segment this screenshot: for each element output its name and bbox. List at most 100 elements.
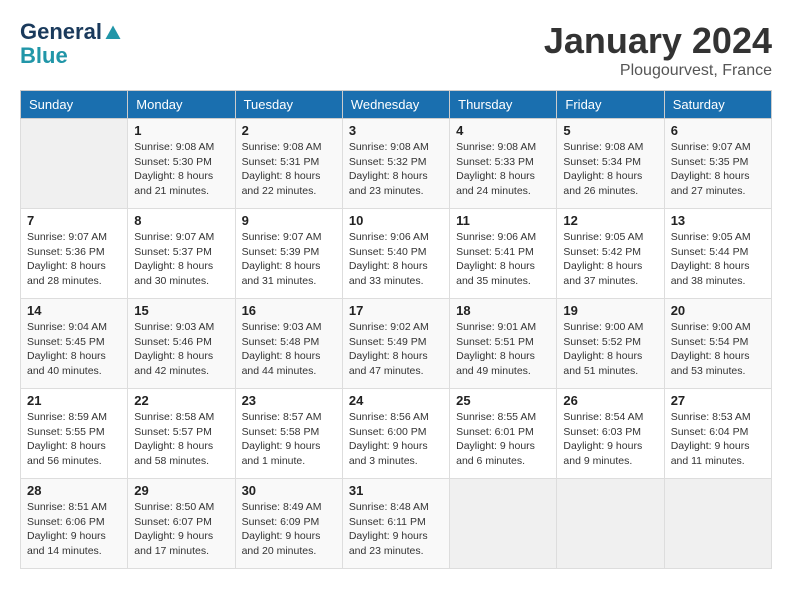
weekday-header: Saturday <box>664 91 771 119</box>
day-number: 7 <box>27 213 121 228</box>
calendar-cell <box>21 119 128 209</box>
day-info: Sunrise: 8:58 AMSunset: 5:57 PMDaylight:… <box>134 410 228 469</box>
day-info: Sunrise: 9:07 AMSunset: 5:36 PMDaylight:… <box>27 230 121 289</box>
day-number: 5 <box>563 123 657 138</box>
day-info: Sunrise: 9:00 AMSunset: 5:52 PMDaylight:… <box>563 320 657 379</box>
calendar-cell: 28Sunrise: 8:51 AMSunset: 6:06 PMDayligh… <box>21 479 128 569</box>
title-block: January 2024 Plougourvest, France <box>544 20 772 80</box>
day-number: 3 <box>349 123 443 138</box>
calendar-cell: 6 Sunrise: 9:07 AMSunset: 5:35 PMDaylight… <box>664 119 771 209</box>
day-number: 14 <box>27 303 121 318</box>
day-number: 27 <box>671 393 765 408</box>
calendar-cell <box>557 479 664 569</box>
calendar-cell: 26 Sunrise: 8:54 AMSunset: 6:03 PMDayligh… <box>557 389 664 479</box>
calendar-cell <box>450 479 557 569</box>
calendar-week-row: 14 Sunrise: 9:04 AMSunset: 5:45 PMDayligh… <box>21 299 772 389</box>
calendar-cell: 2 Sunrise: 9:08 AMSunset: 5:31 PMDaylight… <box>235 119 342 209</box>
calendar-cell: 31Sunrise: 8:48 AMSunset: 6:11 PMDayligh… <box>342 479 449 569</box>
day-number: 22 <box>134 393 228 408</box>
day-info: Sunrise: 9:08 AMSunset: 5:32 PMDaylight:… <box>349 140 443 199</box>
day-info: Sunrise: 8:54 AMSunset: 6:03 PMDaylight:… <box>563 410 657 469</box>
day-info: Sunrise: 8:51 AMSunset: 6:06 PMDaylight:… <box>27 500 121 559</box>
day-number: 9 <box>242 213 336 228</box>
calendar-cell: 24 Sunrise: 8:56 AMSunset: 6:00 PMDayligh… <box>342 389 449 479</box>
day-number: 29 <box>134 483 228 498</box>
day-info: Sunrise: 8:55 AMSunset: 6:01 PMDaylight:… <box>456 410 550 469</box>
location: Plougourvest, France <box>544 62 772 80</box>
day-number: 19 <box>563 303 657 318</box>
day-number: 10 <box>349 213 443 228</box>
day-number: 25 <box>456 393 550 408</box>
day-number: 1 <box>134 123 228 138</box>
calendar-cell: 19 Sunrise: 9:00 AMSunset: 5:52 PMDayligh… <box>557 299 664 389</box>
calendar-cell: 25 Sunrise: 8:55 AMSunset: 6:01 PMDayligh… <box>450 389 557 479</box>
day-info: Sunrise: 9:03 AMSunset: 5:48 PMDaylight:… <box>242 320 336 379</box>
calendar-cell: 5Sunrise: 9:08 AMSunset: 5:34 PMDaylight… <box>557 119 664 209</box>
logo-text: General <box>20 20 124 44</box>
weekday-header: Wednesday <box>342 91 449 119</box>
day-info: Sunrise: 9:07 AMSunset: 5:35 PMDaylight:… <box>671 140 765 199</box>
day-info: Sunrise: 8:49 AMSunset: 6:09 PMDaylight:… <box>242 500 336 559</box>
day-number: 26 <box>563 393 657 408</box>
calendar-cell: 30 Sunrise: 8:49 AMSunset: 6:09 PMDayligh… <box>235 479 342 569</box>
calendar-cell: 22 Sunrise: 8:58 AMSunset: 5:57 PMDayligh… <box>128 389 235 479</box>
day-info: Sunrise: 9:06 AMSunset: 5:40 PMDaylight:… <box>349 230 443 289</box>
day-info: Sunrise: 9:03 AMSunset: 5:46 PMDaylight:… <box>134 320 228 379</box>
calendar-week-row: 1Sunrise: 9:08 AMSunset: 5:30 PMDaylight… <box>21 119 772 209</box>
logo-icon <box>104 24 122 42</box>
day-info: Sunrise: 8:50 AMSunset: 6:07 PMDaylight:… <box>134 500 228 559</box>
calendar-week-row: 7 Sunrise: 9:07 AMSunset: 5:36 PMDaylight… <box>21 209 772 299</box>
day-info: Sunrise: 8:56 AMSunset: 6:00 PMDaylight:… <box>349 410 443 469</box>
day-info: Sunrise: 9:07 AMSunset: 5:37 PMDaylight:… <box>134 230 228 289</box>
calendar-cell: 21 Sunrise: 8:59 AMSunset: 5:55 PMDayligh… <box>21 389 128 479</box>
calendar-cell: 8 Sunrise: 9:07 AMSunset: 5:37 PMDaylight… <box>128 209 235 299</box>
day-number: 21 <box>27 393 121 408</box>
day-number: 6 <box>671 123 765 138</box>
day-info: Sunrise: 9:08 AMSunset: 5:33 PMDaylight:… <box>456 140 550 199</box>
calendar-cell: 9Sunrise: 9:07 AMSunset: 5:39 PMDaylight… <box>235 209 342 299</box>
calendar-cell: 15 Sunrise: 9:03 AMSunset: 5:46 PMDayligh… <box>128 299 235 389</box>
calendar-cell: 10 Sunrise: 9:06 AMSunset: 5:40 PMDayligh… <box>342 209 449 299</box>
day-number: 15 <box>134 303 228 318</box>
day-info: Sunrise: 9:06 AMSunset: 5:41 PMDaylight:… <box>456 230 550 289</box>
calendar-cell: 14 Sunrise: 9:04 AMSunset: 5:45 PMDayligh… <box>21 299 128 389</box>
day-info: Sunrise: 9:01 AMSunset: 5:51 PMDaylight:… <box>456 320 550 379</box>
day-info: Sunrise: 9:02 AMSunset: 5:49 PMDaylight:… <box>349 320 443 379</box>
calendar-cell: 12Sunrise: 9:05 AMSunset: 5:42 PMDayligh… <box>557 209 664 299</box>
calendar-cell: 23 Sunrise: 8:57 AMSunset: 5:58 PMDayligh… <box>235 389 342 479</box>
calendar-cell: 13Sunrise: 9:05 AMSunset: 5:44 PMDayligh… <box>664 209 771 299</box>
day-number: 18 <box>456 303 550 318</box>
day-info: Sunrise: 9:04 AMSunset: 5:45 PMDaylight:… <box>27 320 121 379</box>
day-info: Sunrise: 9:05 AMSunset: 5:42 PMDaylight:… <box>563 230 657 289</box>
page-header: General Blue January 2024 Plougourvest, … <box>20 20 772 80</box>
day-number: 30 <box>242 483 336 498</box>
day-number: 11 <box>456 213 550 228</box>
calendar-week-row: 21 Sunrise: 8:59 AMSunset: 5:55 PMDayligh… <box>21 389 772 479</box>
month-title: January 2024 <box>544 20 772 62</box>
day-info: Sunrise: 9:08 AMSunset: 5:31 PMDaylight:… <box>242 140 336 199</box>
calendar-cell: 27 Sunrise: 8:53 AMSunset: 6:04 PMDayligh… <box>664 389 771 479</box>
day-number: 24 <box>349 393 443 408</box>
logo: General Blue <box>20 20 124 68</box>
logo-blue: Blue <box>20 44 124 68</box>
calendar-cell: 3 Sunrise: 9:08 AMSunset: 5:32 PMDaylight… <box>342 119 449 209</box>
calendar-cell: 7 Sunrise: 9:07 AMSunset: 5:36 PMDaylight… <box>21 209 128 299</box>
day-number: 23 <box>242 393 336 408</box>
calendar-cell: 20Sunrise: 9:00 AMSunset: 5:54 PMDayligh… <box>664 299 771 389</box>
calendar-cell: 18 Sunrise: 9:01 AMSunset: 5:51 PMDayligh… <box>450 299 557 389</box>
calendar-cell: 29 Sunrise: 8:50 AMSunset: 6:07 PMDayligh… <box>128 479 235 569</box>
day-info: Sunrise: 9:00 AMSunset: 5:54 PMDaylight:… <box>671 320 765 379</box>
calendar-cell: 4Sunrise: 9:08 AMSunset: 5:33 PMDaylight… <box>450 119 557 209</box>
day-number: 2 <box>242 123 336 138</box>
weekday-header: Sunday <box>21 91 128 119</box>
weekday-header: Friday <box>557 91 664 119</box>
weekday-header: Tuesday <box>235 91 342 119</box>
day-info: Sunrise: 8:53 AMSunset: 6:04 PMDaylight:… <box>671 410 765 469</box>
weekday-header-row: SundayMondayTuesdayWednesdayThursdayFrid… <box>21 91 772 119</box>
day-info: Sunrise: 8:57 AMSunset: 5:58 PMDaylight:… <box>242 410 336 469</box>
day-number: 8 <box>134 213 228 228</box>
day-info: Sunrise: 9:05 AMSunset: 5:44 PMDaylight:… <box>671 230 765 289</box>
calendar-cell: 17Sunrise: 9:02 AMSunset: 5:49 PMDayligh… <box>342 299 449 389</box>
day-info: Sunrise: 8:59 AMSunset: 5:55 PMDaylight:… <box>27 410 121 469</box>
calendar-week-row: 28Sunrise: 8:51 AMSunset: 6:06 PMDayligh… <box>21 479 772 569</box>
